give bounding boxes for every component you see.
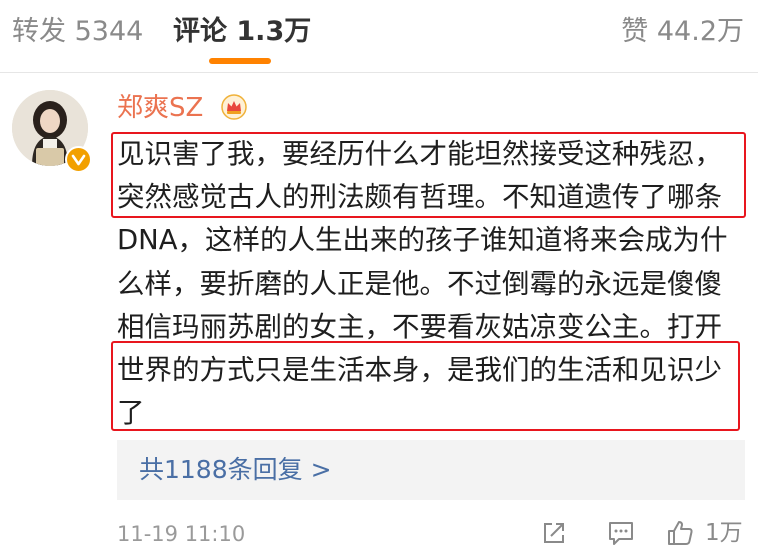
divider: [0, 72, 758, 73]
highlight-box: [111, 132, 746, 218]
active-tab-indicator: [209, 58, 271, 64]
like-icon[interactable]: [665, 518, 695, 548]
share-icon[interactable]: [539, 518, 569, 548]
highlight-box: [111, 341, 740, 431]
tab-like[interactable]: 赞 44.2万: [621, 14, 744, 50]
tab-repost[interactable]: 转发 5344: [12, 14, 143, 50]
comment-footer: 11-19 11:10 1万: [0, 512, 758, 555]
replies-box[interactable]: 共1188条回复 >: [117, 440, 745, 500]
comment-username[interactable]: 郑爽SZ: [117, 92, 203, 124]
like-count: 1万: [705, 520, 743, 546]
comment-timestamp: 11-19 11:10: [117, 522, 246, 546]
tab-comment[interactable]: 评论 1.3万: [173, 14, 311, 50]
verified-icon: [65, 146, 92, 173]
tab-bar: 转发 5344 评论 1.3万 赞 44.2万: [0, 0, 758, 72]
crown-icon: [221, 94, 247, 120]
view-replies-link[interactable]: 共1188条回复 >: [139, 453, 332, 487]
reply-icon[interactable]: [606, 518, 636, 548]
